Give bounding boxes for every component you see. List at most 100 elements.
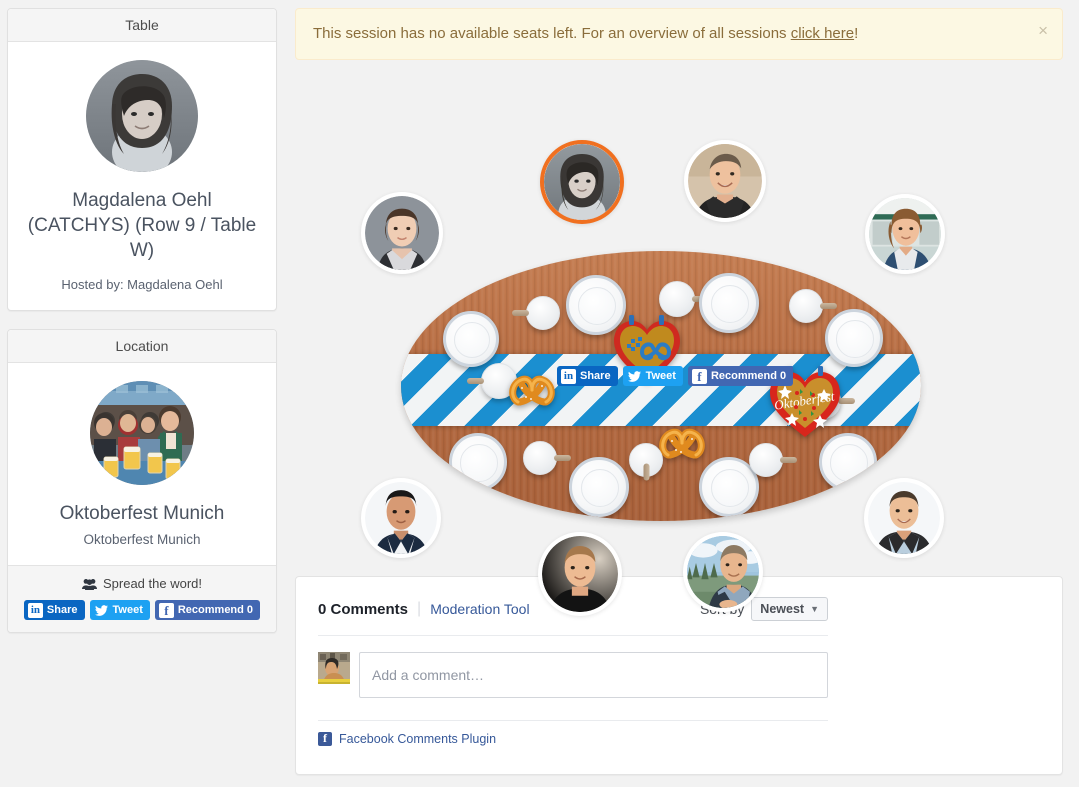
seat-occupant-7[interactable] xyxy=(864,478,944,558)
linkedin-share-button[interactable]: in Share xyxy=(23,600,85,620)
mug-handle xyxy=(467,378,484,384)
chevron-down-icon: ▼ xyxy=(810,604,819,614)
oktoberfest-table: Oktoberfest xyxy=(401,251,921,521)
mug-handle xyxy=(780,457,797,463)
seat-occupant-4-photo xyxy=(365,482,437,554)
location-avatar[interactable] xyxy=(90,381,194,485)
table-plate xyxy=(825,309,883,367)
table-plate xyxy=(699,273,759,333)
add-comment-input[interactable]: Add a comment… xyxy=(359,652,828,698)
table-plate xyxy=(819,433,877,491)
seat-occupant-3-photo xyxy=(869,198,941,270)
linkedin-share-button-table[interactable]: in Share xyxy=(557,366,618,386)
host-avatar-image xyxy=(86,60,198,172)
seat-occupant-2-photo xyxy=(688,144,762,218)
table-mug xyxy=(512,296,560,330)
alert-text-before: This session has no available seats left… xyxy=(313,25,791,42)
alert-click-here-link[interactable]: click here xyxy=(791,25,854,42)
table-mug xyxy=(659,281,709,317)
location-name: Oktoberfest Munich xyxy=(59,503,225,524)
current-user-avatar-image xyxy=(318,652,350,684)
comments-panel: 0 Comments | Moderation Tool Sort by New… xyxy=(295,576,1063,775)
comments-count: 0 Comments xyxy=(318,600,409,618)
session-full-alert: This session has no available seats left… xyxy=(295,8,1063,60)
mug-handle xyxy=(512,310,529,316)
seat-occupant-6[interactable] xyxy=(683,532,763,612)
seat-occupant-7-photo xyxy=(868,482,940,554)
linkedin-share-label: Share xyxy=(580,369,611,382)
facebook-icon: f xyxy=(158,602,174,618)
table-panel: Table Magdalena Oehl (CATCHYS) (Row 9 / … xyxy=(7,8,277,311)
table-title: Magdalena Oehl (CATCHYS) (Row 9 / Table … xyxy=(27,190,257,261)
facebook-icon: f xyxy=(691,368,707,384)
sort-order-select[interactable]: Newest ▼ xyxy=(751,597,828,621)
add-comment-row: Add a comment… xyxy=(318,652,828,698)
facebook-recommend-button[interactable]: f Recommend 0 xyxy=(154,600,261,620)
seat-occupant-2[interactable] xyxy=(684,140,766,222)
sidebar: Table Magdalena Oehl (CATCHYS) (Row 9 / … xyxy=(7,8,277,651)
main-column: This session has no available seats left… xyxy=(295,8,1063,775)
table-mug xyxy=(749,443,797,477)
users-group-icon xyxy=(81,578,97,590)
seat-occupant-5-photo xyxy=(542,536,618,612)
spread-the-word-row: Spread the word! xyxy=(18,576,266,591)
facebook-icon: f xyxy=(318,732,332,746)
location-subtitle: Oktoberfest Munich xyxy=(83,532,201,547)
twitter-tweet-label: Tweet xyxy=(112,603,143,616)
seat-occupant-1-photo xyxy=(365,196,439,270)
facebook-plugin-label: Facebook Comments Plugin xyxy=(339,732,497,746)
mug-handle xyxy=(820,303,837,309)
comments-divider-bottom xyxy=(318,720,828,721)
comments-separator: | xyxy=(417,600,422,617)
twitter-tweet-button-table[interactable]: Tweet xyxy=(622,366,683,386)
location-panel-header: Location xyxy=(8,330,276,363)
table-mug xyxy=(523,441,571,475)
table-panel-body: Magdalena Oehl (CATCHYS) (Row 9 / Table … xyxy=(8,42,276,310)
comments-divider xyxy=(318,635,828,636)
table-plate xyxy=(569,457,629,517)
twitter-bird-icon xyxy=(627,369,642,384)
pretzel-icon xyxy=(656,419,708,463)
seat-occupant-6-photo xyxy=(687,536,759,608)
sort-order-value: Newest xyxy=(760,602,805,616)
page-root: Table Magdalena Oehl (CATCHYS) (Row 9 / … xyxy=(0,0,1079,787)
table-hosted-by: Hosted by: Magdalena Oehl xyxy=(61,277,223,292)
facebook-comments-plugin-link[interactable]: f Facebook Comments Plugin xyxy=(318,732,1040,746)
alert-close-button[interactable]: × xyxy=(1038,22,1048,39)
seat-occupant-5[interactable] xyxy=(538,532,622,616)
host-avatar[interactable] xyxy=(86,60,198,172)
moderation-tool-link[interactable]: Moderation Tool xyxy=(430,601,529,617)
mug-handle xyxy=(643,463,650,481)
twitter-bird-icon xyxy=(94,603,109,618)
location-panel: Location Oktoberfest Munich Oktoberfest … xyxy=(7,329,277,633)
spread-the-word-section: Spread the word! in Share Tweet f Recomm… xyxy=(8,565,276,632)
alert-text-after: ! xyxy=(854,25,859,42)
table-visualization: Oktoberfest in Share Tweet f Recommend 0 xyxy=(295,66,1063,616)
twitter-tweet-button[interactable]: Tweet xyxy=(89,600,150,620)
twitter-tweet-label: Tweet xyxy=(645,369,676,382)
table-panel-header: Table xyxy=(8,9,276,42)
location-avatar-image xyxy=(90,381,194,485)
location-panel-body: Oktoberfest Munich Oktoberfest Munich xyxy=(8,363,276,565)
facebook-recommend-button-table[interactable]: f Recommend 0 xyxy=(687,366,794,386)
seat-occupant-1[interactable] xyxy=(361,192,443,274)
seat-occupant-host-photo xyxy=(544,144,620,220)
table-mug xyxy=(629,443,663,481)
current-user-avatar xyxy=(318,652,350,684)
seat-occupant-host[interactable] xyxy=(540,140,624,224)
table-mug xyxy=(789,289,837,323)
pretzel-icon xyxy=(506,366,558,410)
facebook-recommend-label: Recommend 0 xyxy=(177,603,254,616)
mug-handle xyxy=(554,455,571,461)
linkedin-share-label: Share xyxy=(46,603,78,616)
sidebar-share-buttons: in Share Tweet f Recommend 0 xyxy=(18,600,266,620)
seat-occupant-4[interactable] xyxy=(361,478,441,558)
linkedin-icon: in xyxy=(561,368,576,384)
spread-the-word-label: Spread the word! xyxy=(102,576,202,591)
seat-occupant-3[interactable] xyxy=(865,194,945,274)
facebook-recommend-label: Recommend 0 xyxy=(710,369,787,382)
table-share-buttons: in Share Tweet f Recommend 0 xyxy=(557,366,794,386)
table-plate xyxy=(443,311,499,367)
table-plate xyxy=(449,433,507,491)
linkedin-icon: in xyxy=(27,602,43,618)
